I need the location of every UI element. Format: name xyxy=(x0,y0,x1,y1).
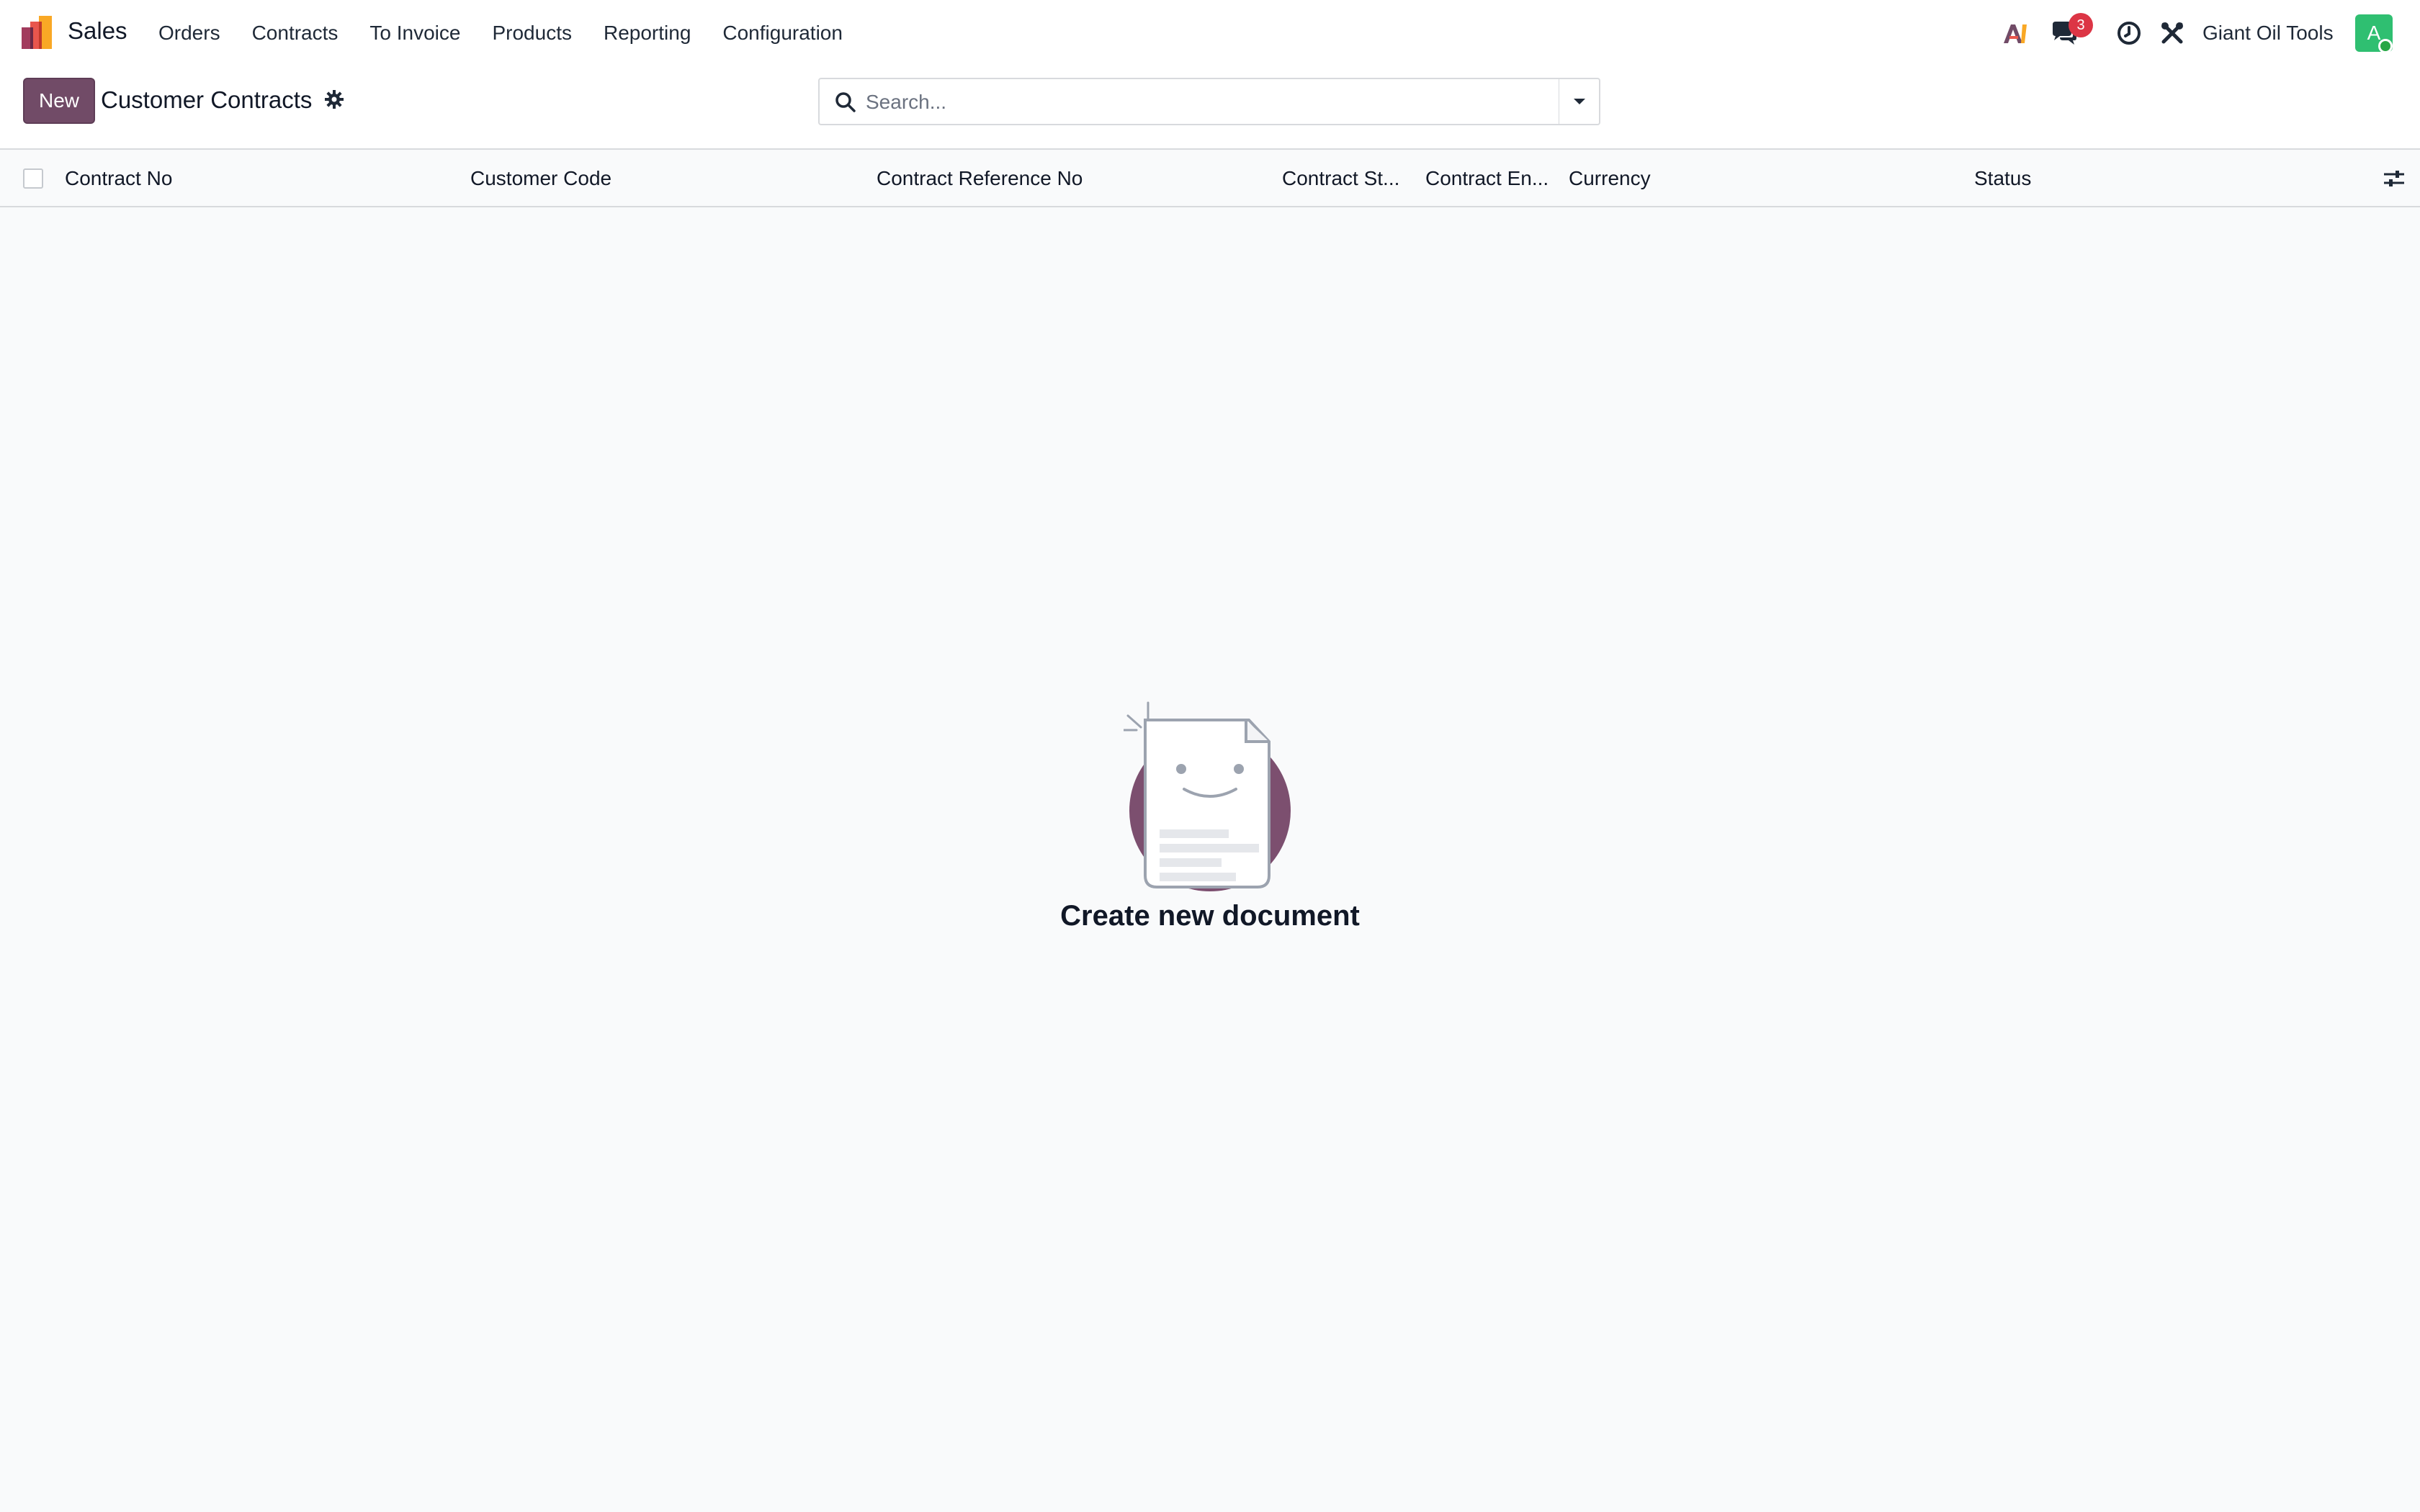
debug-tools-icon[interactable] xyxy=(2158,19,2187,48)
ai-icon[interactable] xyxy=(2001,19,2030,48)
gear-icon[interactable] xyxy=(324,89,344,109)
column-currency[interactable]: Currency xyxy=(1569,167,1958,190)
activity-clock-icon[interactable] xyxy=(2115,19,2143,48)
column-status[interactable]: Status xyxy=(1974,167,2262,190)
top-navbar: Sales Orders Contracts To Invoice Produc… xyxy=(0,0,2420,66)
column-contract-start[interactable]: Contract St... xyxy=(1282,167,1412,190)
search-box xyxy=(818,78,1560,125)
column-contract-reference-no[interactable]: Contract Reference No xyxy=(877,167,1265,190)
search-input[interactable] xyxy=(866,86,1543,118)
control-panel: New Customer Contracts xyxy=(0,66,2420,150)
menu-configuration[interactable]: Configuration xyxy=(722,22,843,45)
column-contract-no[interactable]: Contract No xyxy=(65,167,454,190)
menu-reporting[interactable]: Reporting xyxy=(604,22,691,45)
main-menu: Orders Contracts To Invoice Products Rep… xyxy=(158,0,874,66)
column-customer-code[interactable]: Customer Code xyxy=(470,167,859,190)
optional-columns-icon[interactable] xyxy=(2383,167,2406,190)
new-button[interactable]: New xyxy=(23,78,95,124)
column-contract-end[interactable]: Contract En... xyxy=(1425,167,1555,190)
empty-state-title: Create new document xyxy=(1060,900,1360,932)
search-icon xyxy=(835,92,856,112)
select-all-checkbox[interactable] xyxy=(23,168,43,189)
message-count-badge: 3 xyxy=(2069,13,2093,37)
menu-contracts[interactable]: Contracts xyxy=(252,22,339,45)
menu-products[interactable]: Products xyxy=(492,22,572,45)
online-status-dot xyxy=(2378,39,2393,53)
menu-orders[interactable]: Orders xyxy=(158,22,220,45)
app-name[interactable]: Sales xyxy=(68,17,127,45)
sales-app-icon[interactable] xyxy=(20,16,55,49)
list-header: Contract No Customer Code Contract Refer… xyxy=(0,150,2420,207)
search-options-toggle[interactable] xyxy=(1559,78,1600,125)
menu-to-invoice[interactable]: To Invoice xyxy=(369,22,460,45)
caret-down-icon xyxy=(1573,99,1585,104)
company-switcher[interactable]: Giant Oil Tools xyxy=(2202,22,2334,45)
page-title: Customer Contracts xyxy=(101,86,313,113)
empty-document-illustration xyxy=(1124,701,1291,891)
